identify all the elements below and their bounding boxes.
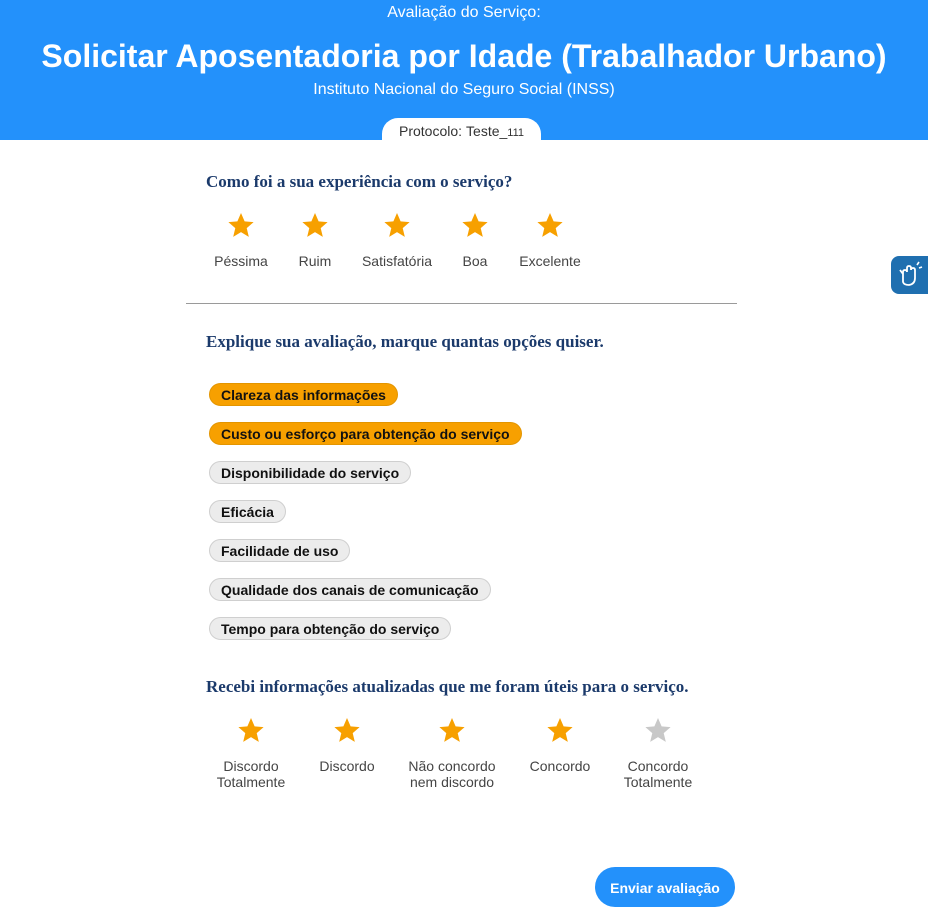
reason-chip[interactable]: Tempo para obtenção do serviço: [209, 617, 452, 640]
reason-chip[interactable]: Clareza das informações: [209, 383, 398, 406]
header-eyebrow: Avaliação do Serviço:: [387, 4, 541, 21]
protocol-value: Teste_111: [466, 123, 525, 139]
experience-option-label: Excelente: [519, 253, 581, 269]
reason-chip[interactable]: Facilidade de uso: [209, 539, 351, 562]
protocol-tab: Protocolo: Teste_111: [382, 118, 541, 148]
question-information: Recebi informações atualizadas que me fo…: [206, 677, 689, 696]
section-divider: [186, 303, 737, 304]
reason-chip[interactable]: Disponibilidade do serviço: [209, 461, 412, 484]
agreement-option-2[interactable]: Discordo: [292, 717, 402, 774]
agreement-option-label-line2: Totalmente: [216, 774, 286, 790]
sign-language-hand-icon[interactable]: [891, 256, 928, 294]
submit-button[interactable]: Enviar avaliação: [595, 867, 735, 907]
agreement-option-label: Concordo: [529, 758, 591, 774]
agreement-option-label: Concordo: [627, 758, 689, 774]
experience-option-5[interactable]: Excelente: [495, 212, 605, 269]
star-icon[interactable]: [292, 717, 402, 744]
star-icon[interactable]: [495, 212, 605, 239]
agreement-option-4[interactable]: Concordo: [505, 717, 615, 774]
agreement-option-label: Discordo: [319, 758, 375, 774]
reason-chip[interactable]: Qualidade dos canais de comunicação: [209, 578, 491, 601]
question-explain: Explique sua avaliação, marque quantas o…: [206, 332, 604, 351]
agreement-option-5[interactable]: Concordo Totalmente: [603, 717, 713, 790]
star-icon[interactable]: [603, 717, 713, 744]
star-icon[interactable]: [505, 717, 615, 744]
agreement-option-label-line2: nem discordo: [409, 774, 495, 790]
agreement-option-label: Discordo: [223, 758, 279, 774]
agreement-option-label: Não concordo: [408, 758, 496, 774]
star-icon[interactable]: [196, 717, 306, 744]
protocol-label: Protocolo:: [398, 123, 463, 139]
reason-chip[interactable]: Custo ou esforço para obtenção do serviç…: [209, 422, 522, 445]
organization-name: Instituto Nacional do Seguro Social (INS…: [313, 81, 615, 98]
question-experience: Como foi a sua experiência com o serviço…: [206, 172, 513, 191]
service-title: Solicitar Aposentadoria por Idade (Traba…: [41, 38, 887, 74]
star-icon[interactable]: [397, 717, 507, 744]
agreement-option-3[interactable]: Não concordo nem discordo: [397, 717, 507, 790]
reason-chip[interactable]: Eficácia: [209, 500, 286, 523]
agreement-option-label-line2: Totalmente: [623, 774, 693, 790]
agreement-option-1[interactable]: Discordo Totalmente: [196, 717, 306, 790]
